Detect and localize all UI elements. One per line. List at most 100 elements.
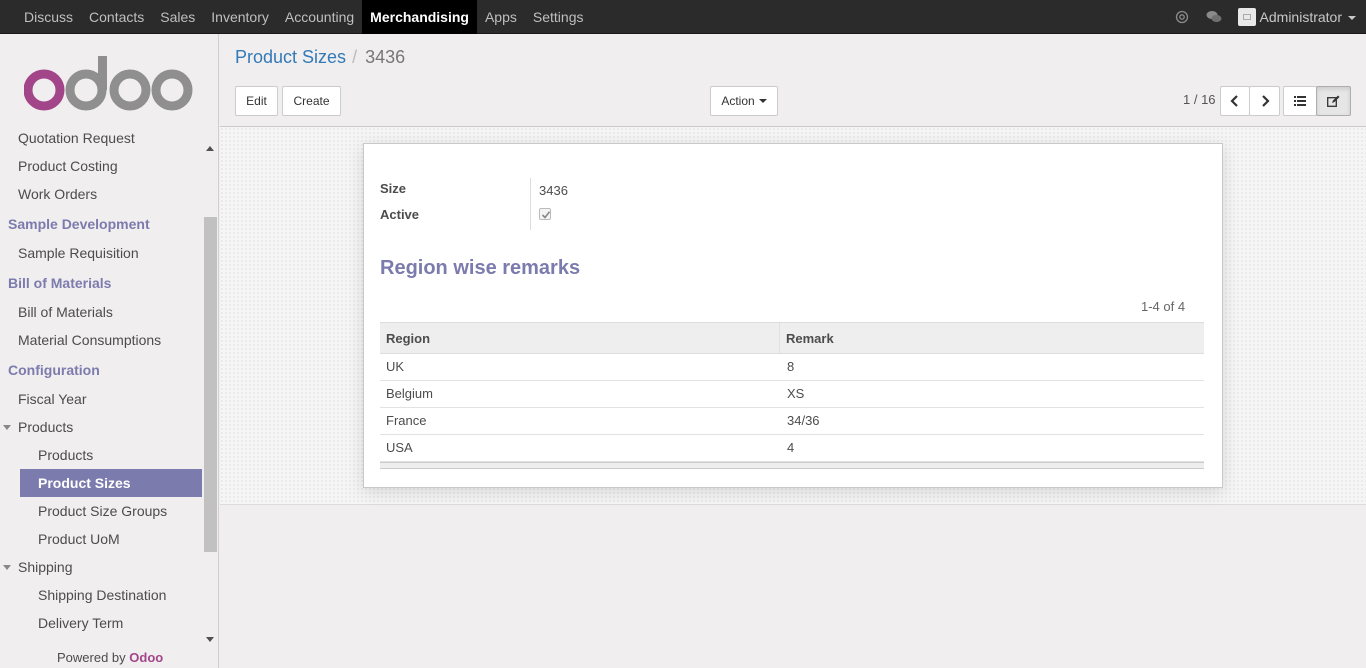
chevron-left-icon (1230, 95, 1238, 107)
sidebar-item-sample-requisition[interactable]: Sample Requisition (0, 239, 202, 267)
powered-by-text: Powered by (57, 650, 126, 665)
sidebar-item-work-orders[interactable]: Work Orders (0, 180, 202, 208)
form-view-button[interactable] (1316, 86, 1351, 116)
column-header-remark[interactable]: Remark (780, 323, 834, 353)
sidebar-item-label: Product Sizes (38, 475, 131, 491)
create-button-label: Create (293, 94, 330, 108)
top-navbar: Discuss Contacts Sales Inventory Accounting M… (0, 0, 1366, 34)
scrollbar-thumb[interactable] (204, 217, 217, 552)
caret-down-icon (3, 425, 11, 430)
active-checkbox (539, 208, 551, 220)
table-row[interactable]: USA 4 (380, 435, 1204, 462)
action-button[interactable]: Action (710, 86, 778, 116)
form-sheet: Size 3436 Active Region wise remarks 1-4… (363, 143, 1223, 488)
cell-region: UK (386, 359, 405, 374)
table-row[interactable]: Belgium XS (380, 381, 1204, 408)
menu-apps[interactable]: Apps (477, 0, 525, 34)
sidebar-item-shipping[interactable]: Shipping (0, 553, 202, 581)
at-mention-icon[interactable] (1174, 10, 1190, 24)
sidebar: Quotation Request Product Costing Work Ord… (0, 34, 219, 668)
size-value: 3436 (539, 183, 568, 198)
sidebar-item-material-consumptions[interactable]: Material Consumptions (0, 326, 202, 354)
menu-discuss[interactable]: Discuss (16, 0, 81, 34)
table-row[interactable]: UK 8 (380, 354, 1204, 381)
section-title: Region wise remarks (380, 257, 581, 279)
breadcrumb-current: 3436 (365, 47, 406, 67)
next-record-button[interactable] (1249, 86, 1280, 116)
menu-settings[interactable]: Settings (525, 0, 592, 34)
table-row[interactable]: France 34/36 (380, 408, 1204, 435)
sidebar-nav: Quotation Request Product Costing Work Ord… (0, 128, 202, 648)
sidebar-item-delivery-term[interactable]: Delivery Term (0, 609, 202, 637)
chat-icon[interactable] (1206, 10, 1222, 24)
sidebar-item-product-costing[interactable]: Product Costing (0, 152, 202, 180)
list-pager: 1-4 of 4 (1141, 299, 1186, 314)
sidebar-item-label: Products (18, 419, 74, 435)
sidebar-item-quotation-request[interactable]: Quotation Request (0, 128, 202, 152)
create-button[interactable]: Create (282, 86, 341, 116)
avatar (1237, 8, 1256, 26)
menu-contacts[interactable]: Contacts (81, 0, 152, 34)
sidebar-item-products[interactable]: Products (0, 441, 202, 469)
cell-region: USA (386, 440, 413, 455)
breadcrumb: Product Sizes / 3436 (235, 47, 405, 68)
cell-remark: 4 (787, 440, 795, 455)
menu-inventory[interactable]: Inventory (203, 0, 277, 34)
sidebar-section-bill-of-materials: Bill of Materials (0, 269, 202, 298)
sidebar-item-label: Shipping Destination (38, 587, 167, 603)
menu-accounting[interactable]: Accounting (277, 0, 362, 34)
powered-by: Powered by Odoo (57, 650, 163, 665)
user-menu[interactable]: Administrator (1237, 8, 1356, 26)
sidebar-item-products[interactable]: Products (0, 413, 202, 441)
column-header-region[interactable]: Region (380, 323, 780, 353)
sidebar-item-fiscal-year[interactable]: Fiscal Year (0, 385, 202, 413)
control-panel: Product Sizes / 3436 Edit Create Action … (220, 34, 1366, 127)
sidebar-item-label: Sample Requisition (18, 245, 139, 261)
sidebar-item-label: Quotation Request (18, 130, 135, 146)
sidebar-item-bill-of-materials[interactable]: Bill of Materials (0, 298, 202, 326)
user-name: Administrator (1259, 9, 1342, 25)
caret-down-icon (3, 565, 11, 570)
chevron-right-icon (1261, 95, 1270, 107)
sidebar-item-label: Product Size Groups (38, 503, 168, 519)
sidebar-item-label: Work Orders (18, 186, 98, 202)
menu-merchandising[interactable]: Merchandising (362, 0, 477, 34)
remarks-table: Region Remark UK 8 Belgium XS France 34/36 USA… (380, 322, 1204, 469)
breadcrumb-product-sizes[interactable]: Product Sizes (235, 47, 346, 68)
sidebar-item-product-sizes[interactable]: Product Sizes (20, 469, 202, 497)
odoo-logo (23, 54, 194, 114)
app-menu: Discuss Contacts Sales Inventory Accounting M… (16, 0, 591, 34)
edit-button-label: Edit (246, 94, 267, 108)
cell-remark: XS (787, 386, 805, 401)
cell-region: France (386, 413, 427, 428)
record-pager: 1 / 16 (1183, 92, 1216, 107)
sidebar-item-product-uom[interactable]: Product UoM (0, 525, 202, 553)
table-header: Region Remark (380, 322, 1204, 354)
sidebar-section-configuration: Configuration (0, 356, 202, 385)
table-footer (380, 462, 1204, 469)
cell-remark: 8 (787, 359, 795, 374)
check-icon (541, 211, 551, 219)
scroll-up-icon[interactable] (206, 146, 214, 151)
powered-by-brand[interactable]: Odoo (129, 650, 163, 665)
form-content: Size 3436 Active Region wise remarks 1-4… (220, 127, 1366, 505)
edit-button[interactable]: Edit (235, 86, 278, 116)
menu-sales[interactable]: Sales (152, 0, 203, 34)
action-button-label: Action (721, 94, 755, 108)
scroll-down-icon[interactable] (206, 637, 214, 642)
sidebar-item-product-size-groups[interactable]: Product Size Groups (0, 497, 202, 525)
sidebar-item-label: Fiscal Year (18, 391, 87, 407)
sidebar-section-sample-development: Sample Development (0, 210, 202, 239)
sidebar-item-label: Sample Development (8, 216, 150, 232)
sidebar-item-shipping-destination[interactable]: Shipping Destination (0, 581, 202, 609)
sidebar-item-label: Configuration (8, 362, 100, 378)
sidebar-item-label: Bill of Materials (18, 304, 113, 320)
edit-form-icon (1327, 95, 1340, 107)
sidebar-item-label: Product Costing (18, 158, 118, 174)
previous-record-button[interactable] (1220, 86, 1250, 116)
sidebar-item-label: Bill of Materials (8, 275, 112, 291)
sidebar-item-label: Products (38, 447, 94, 463)
cell-region: Belgium (386, 386, 433, 401)
list-view-button[interactable] (1283, 86, 1317, 116)
size-label: Size (380, 181, 407, 196)
